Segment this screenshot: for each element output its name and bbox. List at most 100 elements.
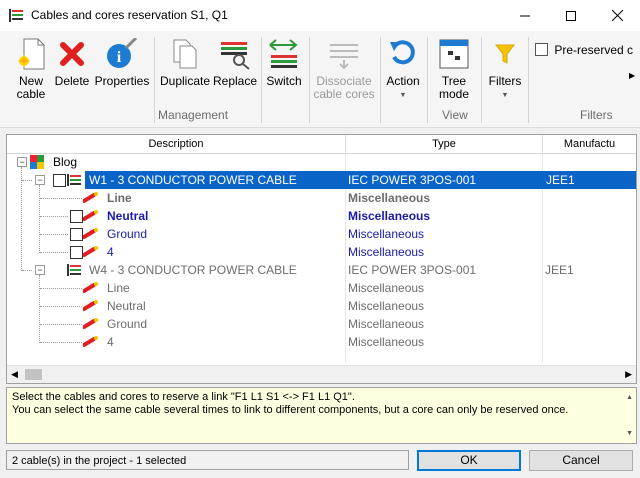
tree-row-cable[interactable]: − W1 - 3 CONDUCTOR POWER CABLE IEC POWER…: [7, 171, 636, 189]
core-checkbox[interactable]: [70, 228, 83, 241]
cable-icon: [67, 174, 81, 186]
dissociate-icon: [327, 37, 361, 71]
project-icon: [30, 155, 44, 169]
funnel-icon: [488, 37, 522, 71]
tree-line: [40, 342, 82, 343]
grid-header: Description Type Manufactu: [7, 135, 636, 154]
delete-label: Delete: [54, 74, 90, 88]
ribbon-scroll-right-icon[interactable]: ▶: [629, 71, 635, 80]
ribbon-separator: [154, 37, 155, 123]
cable-app-icon: [9, 9, 23, 22]
tree-row-core[interactable]: Line Miscellaneous: [7, 189, 636, 207]
scroll-down-icon[interactable]: ▼: [626, 427, 633, 440]
replace-button[interactable]: Replace: [213, 37, 257, 88]
scrollbar-thumb[interactable]: [25, 369, 42, 380]
cable-description: W1 - 3 CONDUCTOR POWER CABLE: [85, 171, 345, 189]
close-button[interactable]: [594, 0, 640, 31]
collapse-toggle[interactable]: −: [35, 175, 45, 185]
minimize-button[interactable]: [502, 0, 548, 31]
collapse-toggle[interactable]: −: [17, 157, 27, 167]
tree-mode-dropdown-button[interactable]: Tree mode: [432, 37, 476, 101]
core-checkbox[interactable]: [70, 246, 83, 259]
chevron-down-icon: ▼: [399, 92, 407, 99]
switch-arrows-icon: [267, 37, 301, 71]
core-description: Neutral: [107, 209, 149, 223]
new-cable-button[interactable]: New cable: [12, 37, 50, 101]
column-header-type[interactable]: Type: [346, 135, 543, 153]
scroll-up-icon[interactable]: ▲: [626, 391, 633, 404]
tree-row-project[interactable]: − Blog: [7, 153, 636, 171]
maximize-button[interactable]: [548, 0, 594, 31]
tree-row-core[interactable]: Ground Miscellaneous: [7, 225, 636, 243]
ribbon-separator: [427, 37, 428, 123]
collapse-toggle[interactable]: −: [35, 265, 45, 275]
tree-line: [40, 216, 68, 217]
ribbon-separator: [261, 37, 262, 123]
checkbox-box[interactable]: [535, 43, 548, 57]
duplicate-button[interactable]: Duplicate: [158, 37, 212, 88]
info-message-line2: You can select the same cable several ti…: [12, 404, 569, 416]
ok-button[interactable]: OK: [417, 450, 521, 471]
cable-manufacturer: JEE1: [543, 171, 636, 189]
tree-row-core[interactable]: Ground Miscellaneous: [7, 315, 636, 333]
chevron-down-icon: ▼: [501, 92, 509, 99]
svg-text:i: i: [117, 49, 122, 66]
core-type: Miscellaneous: [348, 227, 425, 241]
tree-line: [22, 180, 32, 181]
core-wire-icon: [83, 246, 98, 257]
pre-reserved-label: Pre-reserved c: [554, 42, 634, 57]
new-document-icon: [14, 37, 48, 71]
cables-tree-grid[interactable]: Description Type Manufactu − Blog − W1 -…: [6, 134, 637, 384]
tree-row-core[interactable]: 4 Miscellaneous: [7, 243, 636, 261]
replace-icon: [218, 37, 252, 71]
cable-icon: [67, 264, 81, 276]
minimize-icon: [520, 15, 530, 16]
core-wire-icon: [83, 192, 98, 203]
core-wire-icon: [83, 228, 98, 239]
column-header-description[interactable]: Description: [7, 135, 346, 153]
filters-dropdown-button[interactable]: Filters ▼: [486, 37, 524, 102]
tree-row-core[interactable]: Line Miscellaneous: [7, 279, 636, 297]
tree-row-core[interactable]: Neutral Miscellaneous: [7, 207, 636, 225]
delete-button[interactable]: Delete: [54, 37, 90, 88]
cable-type: IEC POWER 3POS-001: [348, 263, 477, 277]
dissociate-cable-cores-button[interactable]: Dissociate cable cores: [312, 37, 376, 101]
tree-row-cable[interactable]: − W4 - 3 CONDUCTOR POWER CABLE IEC POWER…: [7, 261, 636, 279]
pre-reserved-checkbox[interactable]: Pre-reserved c: [535, 42, 635, 58]
core-wire-icon: [83, 300, 98, 311]
core-type: Miscellaneous: [348, 245, 425, 259]
tree-line: [40, 198, 82, 199]
core-type: Miscellaneous: [348, 281, 425, 295]
cancel-button[interactable]: Cancel: [529, 450, 633, 471]
tree-row-core[interactable]: 4 Miscellaneous: [7, 333, 636, 351]
window-title: Cables and cores reservation S1, Q1: [31, 8, 228, 22]
scroll-right-icon[interactable]: ▶: [625, 369, 632, 380]
ribbon-separator: [309, 37, 310, 123]
scroll-left-icon[interactable]: ◀: [11, 369, 18, 380]
switch-button[interactable]: Switch: [264, 37, 304, 88]
new-cable-label: New cable: [16, 74, 46, 101]
core-wire-icon: [83, 336, 98, 347]
title-bar: Cables and cores reservation S1, Q1: [0, 0, 640, 31]
core-wire-icon: [83, 282, 98, 293]
management-group-label: Management: [158, 108, 229, 122]
cable-checkbox[interactable]: [53, 174, 66, 187]
info-message-panel: Select the cables and cores to reserve a…: [6, 387, 637, 444]
core-description: 4: [107, 335, 114, 349]
column-header-manufacturer[interactable]: Manufactu: [543, 135, 636, 153]
tree-row-core[interactable]: Neutral Miscellaneous: [7, 297, 636, 315]
properties-info-icon: i: [105, 37, 139, 71]
horizontal-scrollbar[interactable]: ◀ ▶: [7, 365, 636, 383]
properties-button[interactable]: i Properties: [94, 37, 150, 88]
status-text: 2 cable(s) in the project - 1 selected: [6, 450, 409, 470]
core-description: Ground: [107, 227, 148, 241]
tree-line: [40, 306, 82, 307]
project-name: Blog: [53, 155, 78, 169]
core-checkbox[interactable]: [70, 210, 83, 223]
core-wire-icon: [83, 210, 98, 221]
core-type: Miscellaneous: [348, 317, 425, 331]
action-dropdown-button[interactable]: Action ▼: [383, 37, 423, 102]
action-label: Action: [386, 74, 420, 88]
view-group-label: View: [442, 108, 468, 122]
tree-line: [40, 288, 82, 289]
